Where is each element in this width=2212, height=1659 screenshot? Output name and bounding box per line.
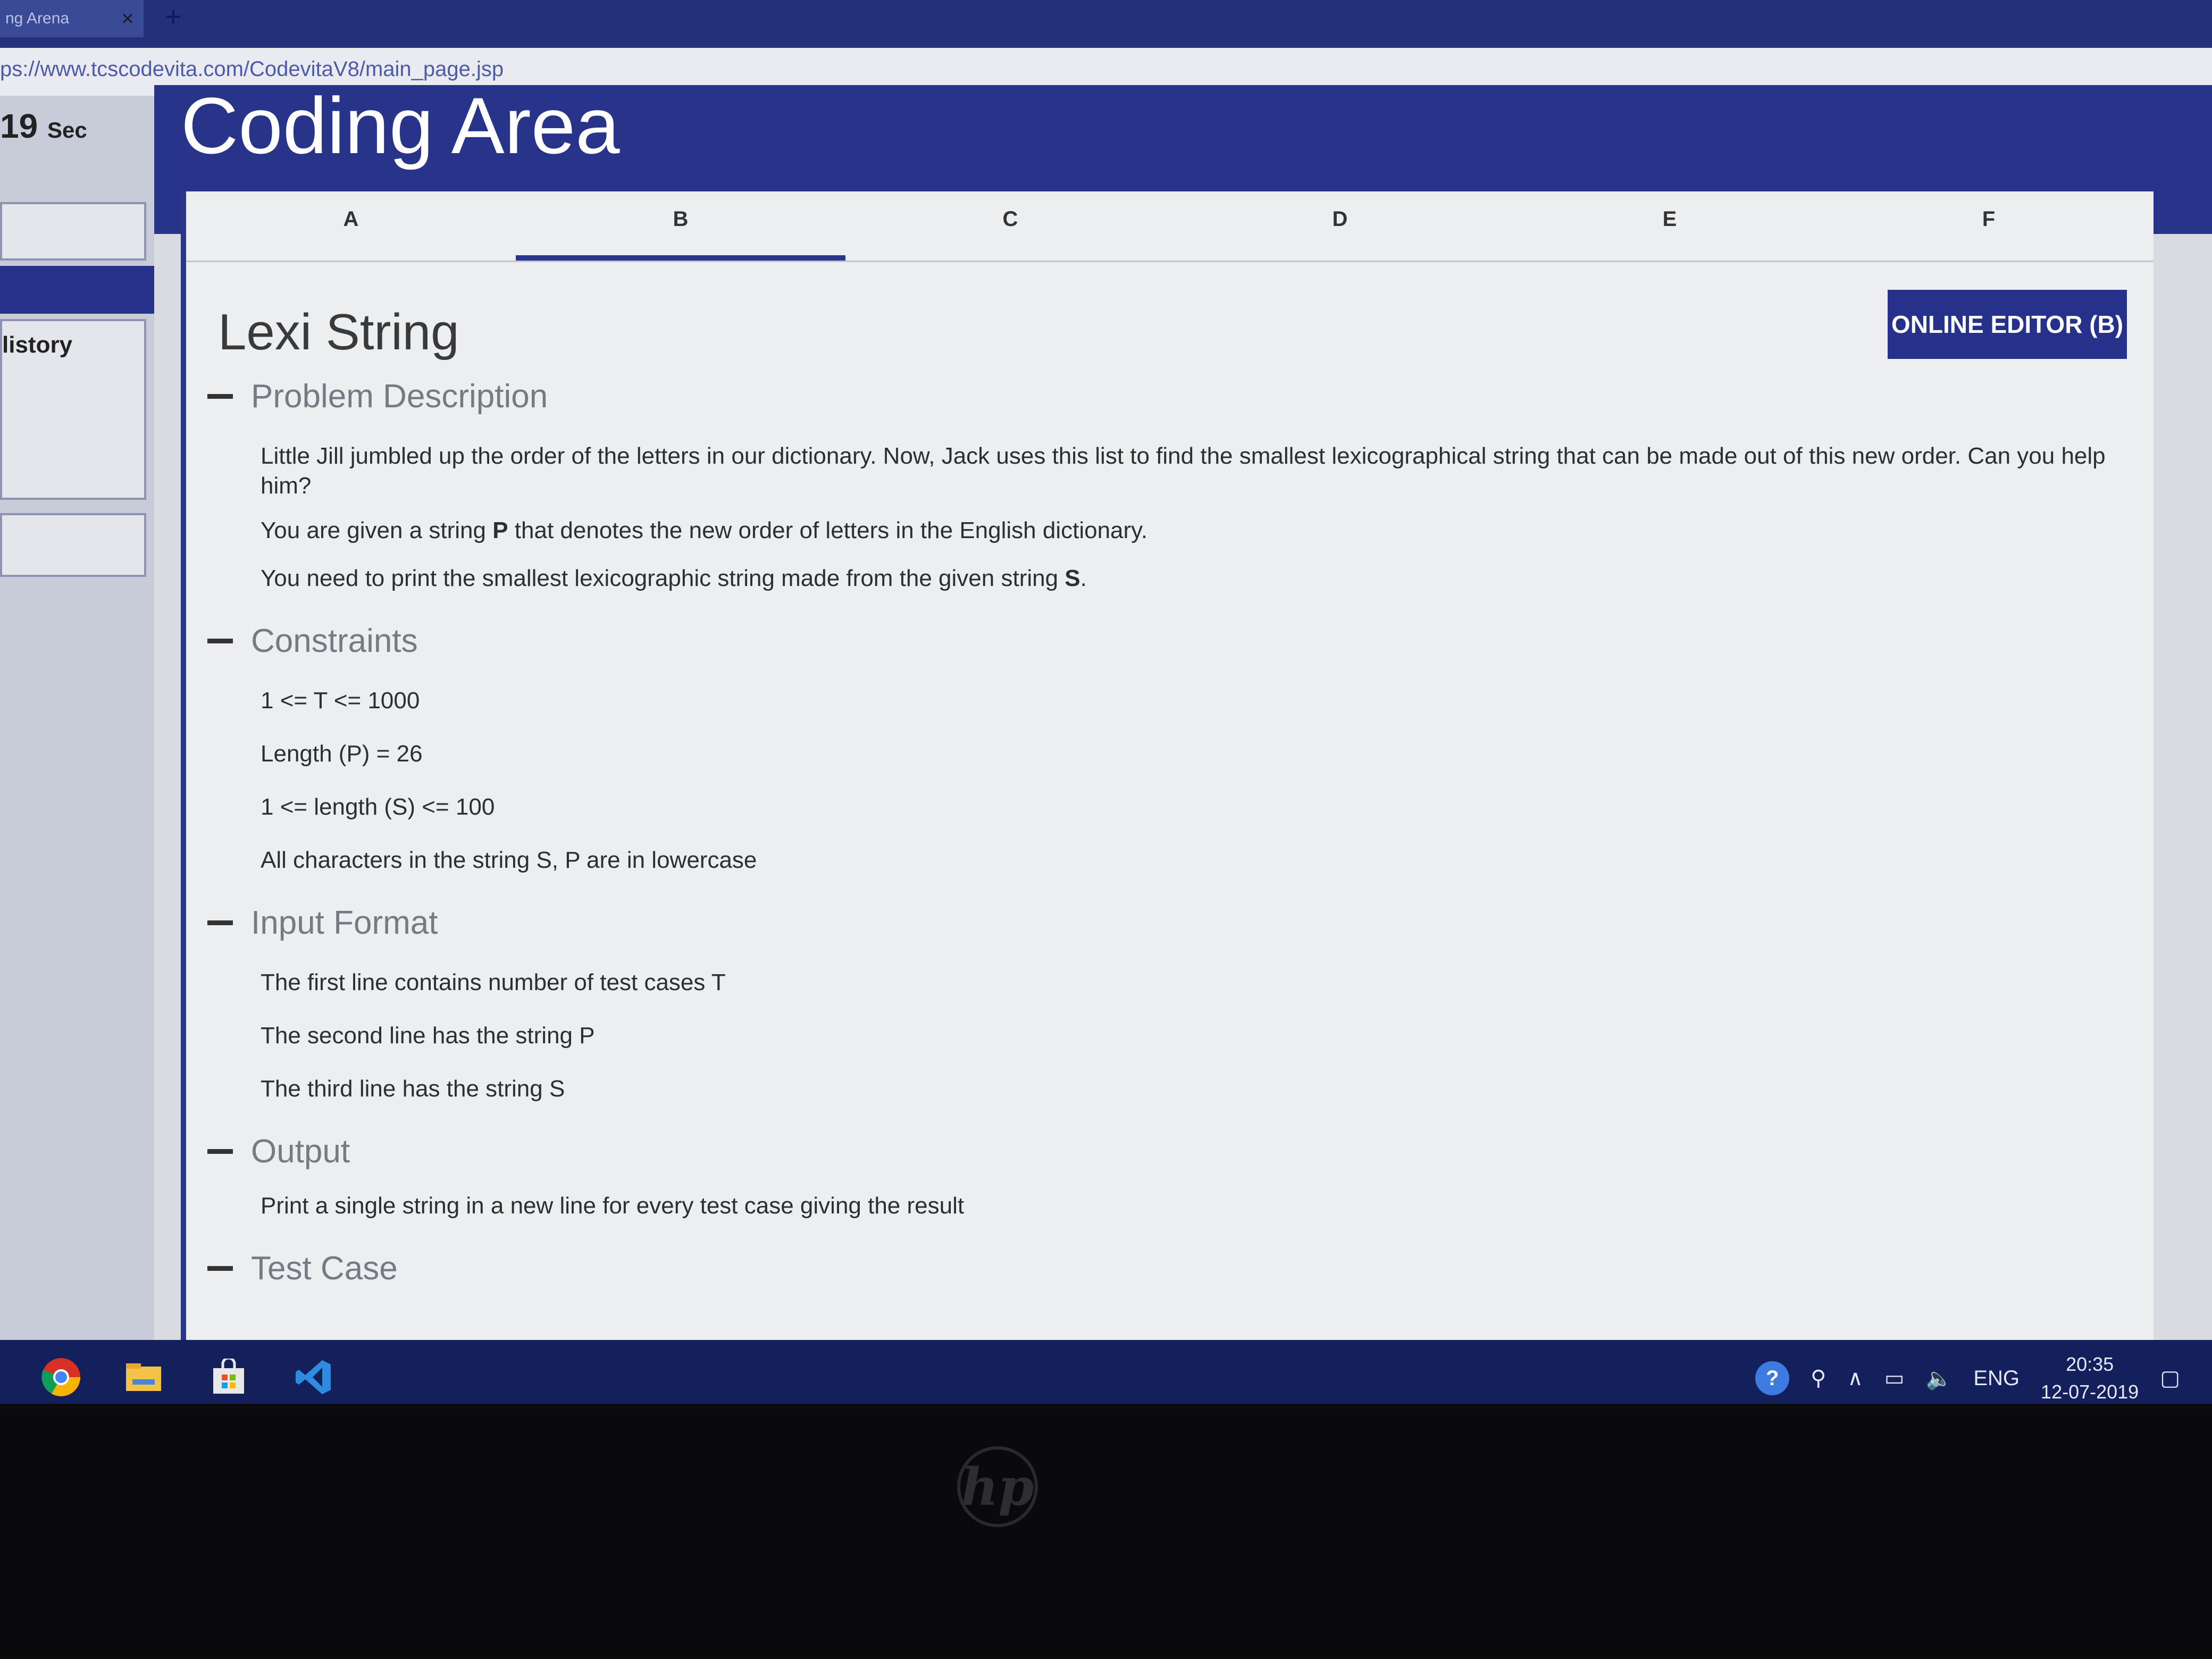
description-line: You need to print the smallest lexicogra… bbox=[261, 565, 1087, 591]
sidebar-panel bbox=[0, 202, 146, 261]
online-editor-button[interactable]: ONLINE EDITOR (B) bbox=[1888, 290, 2127, 359]
section-test-case[interactable]: Test Case bbox=[207, 1250, 398, 1287]
new-tab-icon[interactable]: + bbox=[165, 0, 182, 33]
section-heading: Output bbox=[251, 1133, 350, 1170]
section-heading: Problem Description bbox=[251, 378, 548, 415]
input-format-item: The second line has the string P bbox=[261, 1023, 595, 1049]
tab-e[interactable]: E bbox=[1505, 207, 1834, 231]
section-problem-description[interactable]: Problem Description bbox=[207, 378, 548, 415]
volume-icon[interactable]: 🔈 bbox=[1926, 1366, 1953, 1391]
section-heading: Constraints bbox=[251, 623, 418, 659]
input-format-item: The third line has the string S bbox=[261, 1076, 565, 1102]
help-icon[interactable]: ? bbox=[1755, 1361, 1790, 1395]
tab-c[interactable]: C bbox=[845, 207, 1175, 231]
collapse-icon[interactable] bbox=[207, 639, 233, 643]
sidebar-history-panel[interactable]: listory bbox=[0, 319, 146, 500]
close-icon[interactable]: × bbox=[112, 7, 144, 31]
file-explorer-icon[interactable] bbox=[122, 1356, 165, 1398]
collapse-icon[interactable] bbox=[207, 920, 233, 925]
timer: 19 Sec bbox=[0, 106, 87, 146]
constraint-item: 1 <= T <= 1000 bbox=[261, 688, 420, 714]
collapse-icon[interactable] bbox=[207, 1266, 233, 1271]
timer-value: 19 bbox=[0, 107, 38, 145]
output-text: Print a single string in a new line for … bbox=[261, 1193, 965, 1219]
browser-tab-title: ng Arena bbox=[5, 10, 70, 27]
tab-a[interactable]: A bbox=[186, 207, 516, 231]
constraint-item: 1 <= length (S) <= 100 bbox=[261, 794, 495, 820]
tab-d[interactable]: D bbox=[1175, 207, 1505, 231]
collapse-icon[interactable] bbox=[207, 1149, 233, 1154]
chevron-up-icon[interactable]: ∧ bbox=[1847, 1366, 1863, 1390]
section-heading: Test Case bbox=[251, 1250, 398, 1287]
sidebar-history-label: listory bbox=[2, 332, 73, 358]
browser-tab-strip: ng Arena × + bbox=[0, 0, 2212, 48]
hp-logo: hp bbox=[957, 1446, 1038, 1527]
timer-unit: Sec bbox=[47, 118, 87, 143]
laptop-screen: ng Arena × + ps://www.tcscodevita.com/Co… bbox=[0, 0, 2212, 1404]
system-tray: ? ⚲ ∧ ▭ 🔈 ENG 20:35 12-07-2019 ▢ bbox=[1755, 1351, 2180, 1404]
problem-tabs: A B C D E F bbox=[186, 191, 2154, 262]
constraint-item: All characters in the string S, P are in… bbox=[261, 847, 757, 873]
sidebar-panel-lower bbox=[0, 513, 146, 577]
people-icon[interactable]: ⚲ bbox=[1811, 1366, 1826, 1390]
url-text[interactable]: ps://www.tcscodevita.com/CodevitaV8/main… bbox=[0, 57, 504, 81]
laptop-bezel bbox=[0, 1414, 2212, 1659]
vscode-icon[interactable] bbox=[292, 1356, 335, 1398]
description-line: Little Jill jumbled up the order of the … bbox=[261, 443, 2106, 499]
chrome-icon[interactable] bbox=[40, 1356, 82, 1398]
browser-tab[interactable]: ng Arena × bbox=[0, 0, 144, 37]
left-sidebar: 19 Sec listory bbox=[0, 96, 154, 1404]
tab-b[interactable]: B bbox=[516, 207, 845, 261]
section-output[interactable]: Output bbox=[207, 1133, 350, 1170]
store-icon[interactable] bbox=[207, 1356, 250, 1398]
section-constraints[interactable]: Constraints bbox=[207, 622, 418, 660]
clock-date: 12-07-2019 bbox=[2041, 1381, 2139, 1403]
page-title: Coding Area bbox=[181, 81, 620, 170]
section-input-format[interactable]: Input Format bbox=[207, 904, 438, 942]
problem-title: Lexi String bbox=[218, 304, 459, 361]
notification-icon[interactable]: ▢ bbox=[2160, 1366, 2180, 1390]
taskbar: ? ⚲ ∧ ▭ 🔈 ENG 20:35 12-07-2019 ▢ bbox=[0, 1340, 2212, 1404]
clock[interactable]: 20:35 12-07-2019 bbox=[2041, 1351, 2139, 1404]
description-line: You are given a string P that denotes th… bbox=[261, 517, 1148, 543]
collapse-icon[interactable] bbox=[207, 394, 233, 399]
clock-time: 20:35 bbox=[2066, 1353, 2114, 1375]
tab-f[interactable]: F bbox=[1824, 207, 2154, 231]
battery-icon[interactable]: ▭ bbox=[1884, 1366, 1905, 1390]
constraint-item: Length (P) = 26 bbox=[261, 741, 423, 767]
sidebar-band bbox=[0, 266, 154, 314]
problem-card: A B C D E F ONLINE EDITOR (B) Lexi Strin… bbox=[181, 191, 2154, 1404]
language-indicator[interactable]: ENG bbox=[1973, 1367, 2020, 1390]
section-heading: Input Format bbox=[251, 904, 438, 941]
input-format-item: The first line contains number of test c… bbox=[261, 969, 726, 995]
